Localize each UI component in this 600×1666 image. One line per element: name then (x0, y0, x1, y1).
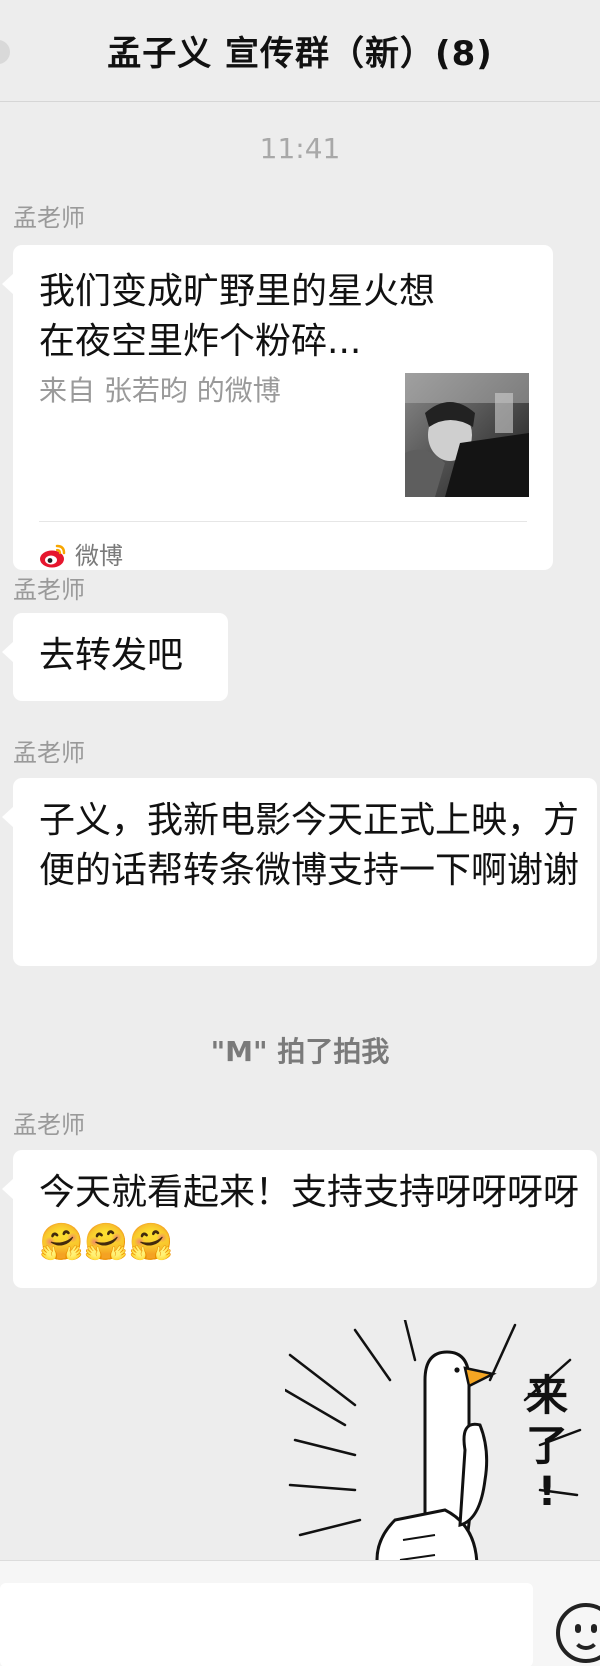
message-text: 去转发吧 (39, 635, 184, 676)
card-source: 来自 张若昀 的微博 (39, 374, 281, 407)
chat-window: 孟子义 宣传群（新）(8) 11:41 孟老师 我们变成旷野里的星火想在夜空里炸… (0, 0, 600, 1666)
card-divider (39, 521, 527, 522)
svg-text:!: ! (538, 1469, 556, 1515)
sender-name: 孟老师 (13, 204, 85, 232)
smiley-face-icon[interactable] (556, 1603, 600, 1663)
chat-header: 孟子义 宣传群（新）(8) (0, 0, 600, 102)
sender-name: 孟老师 (13, 576, 85, 604)
timestamp: 11:41 (259, 132, 341, 165)
message-text: 今天就看起来！支持支持呀呀呀呀 🤗🤗🤗 (39, 1168, 579, 1268)
svg-text:了: 了 (526, 1421, 568, 1470)
message-bubble[interactable]: 今天就看起来！支持支持呀呀呀呀 🤗🤗🤗 (2, 1150, 597, 1288)
goose-sticker[interactable]: 来 了 ! (283, 1318, 585, 1592)
card-thumbnail-photo (405, 373, 529, 497)
chat-title[interactable]: 孟子义 宣传群（新）(8) (107, 26, 493, 75)
message-bubble[interactable]: 去转发吧 (2, 613, 228, 701)
sender-name: 孟老师 (13, 739, 85, 767)
message-bubble[interactable]: 子义，我新电影今天正式上映，方便的话帮转条微博支持一下啊谢谢 (2, 778, 597, 966)
input-bar (0, 1560, 600, 1666)
message-text: 子义，我新电影今天正式上映，方便的话帮转条微博支持一下啊谢谢 (39, 800, 580, 891)
weibo-logo-icon (40, 544, 66, 568)
svg-text:来: 来 (526, 1371, 568, 1420)
sender-name: 孟老师 (13, 1111, 85, 1139)
message-input[interactable] (0, 1583, 533, 1666)
back-icon[interactable] (0, 40, 10, 64)
hug-emoji: 🤗🤗🤗 (39, 1222, 174, 1263)
weibo-share-card[interactable]: 我们变成旷野里的星火想在夜空里炸个粉碎... 来自 张若昀 的微博 微博 (2, 245, 553, 570)
card-title: 我们变成旷野里的星火想在夜空里炸个粉碎... (39, 271, 436, 362)
message-text-body: 今天就看起来！支持支持呀呀呀呀 (39, 1172, 580, 1213)
system-pat-notice: "M" 拍了拍我 (210, 1035, 390, 1068)
